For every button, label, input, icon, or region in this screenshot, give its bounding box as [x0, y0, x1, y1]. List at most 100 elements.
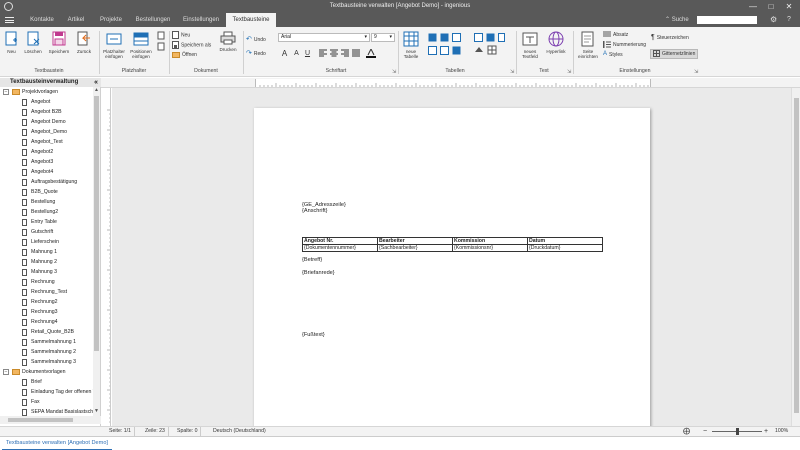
minimize-button[interactable]: — — [744, 0, 762, 13]
tree-item[interactable]: Rechnung3 — [0, 307, 93, 317]
tree-item[interactable]: B2B_Quote — [0, 187, 93, 197]
table-header-cell[interactable]: Angebot Nr. — [302, 237, 378, 245]
justify-button[interactable] — [351, 49, 360, 59]
tree-item[interactable]: SEPA Mandat Basislastschrift — [0, 407, 93, 416]
tab-projekte[interactable]: Projekte — [92, 13, 130, 27]
scroll-down-icon[interactable]: ▼ — [93, 408, 100, 416]
tree-item[interactable]: Rechnung — [0, 277, 93, 287]
tree-item[interactable]: Angebot_Demo — [0, 127, 93, 137]
font-name-select[interactable]: Arial ▾ — [278, 33, 370, 42]
table-cell[interactable]: {Sachbearbeiter} — [377, 244, 453, 252]
subject-field[interactable]: {Betreff} — [302, 257, 322, 263]
zoom-fit-icon[interactable]: ⨁ — [683, 427, 690, 436]
zoom-in-button[interactable]: + — [764, 427, 768, 436]
tree-item[interactable]: Angebot3 — [0, 157, 93, 167]
tree-item[interactable]: Auftragsbestätigung — [0, 177, 93, 187]
table-header-cell[interactable]: Datum — [527, 237, 603, 245]
tree-item[interactable]: Entry Table — [0, 217, 93, 227]
delete-button[interactable]: Löschen — [21, 31, 45, 54]
tree-item[interactable]: Sammelmahnung 1 — [0, 337, 93, 347]
sidebar-vertical-scrollbar[interactable]: ▲ ▼ — [93, 87, 100, 416]
table-header-cell[interactable]: Bearbeiter — [377, 237, 453, 245]
taskbar-tab[interactable]: Textbausteine verwalten [Angebot Demo] — [2, 438, 112, 450]
tree-item[interactable]: Rechnung4 — [0, 317, 93, 327]
table-cell[interactable]: {Kommissionsnr} — [452, 244, 528, 252]
tree-item[interactable]: Retail_Quote_B2B — [0, 327, 93, 337]
zoom-slider-thumb[interactable] — [736, 428, 739, 435]
font-size-select[interactable]: 9 ▾ — [371, 33, 395, 42]
collapse-toggle-icon[interactable]: − — [3, 369, 9, 375]
tree-item[interactable]: Sammelmahnung 3 — [0, 357, 93, 367]
tree-item[interactable]: Mahnung 3 — [0, 267, 93, 277]
grow-font-button[interactable]: A — [280, 49, 289, 58]
app-menu-icon[interactable] — [5, 17, 14, 23]
tab-artikel[interactable]: Artikel — [60, 13, 92, 27]
save-as-button[interactable]: Speichern als — [172, 41, 211, 49]
placeholder-extra-button[interactable] — [156, 31, 166, 54]
table-cell[interactable]: {Druckdatum} — [527, 244, 603, 252]
footer-field[interactable]: {Fußtext} — [302, 332, 325, 338]
address-field[interactable]: {Anschrift} — [302, 208, 328, 214]
print-button[interactable]: Drucken — [216, 31, 240, 52]
help-icon[interactable]: ? — [787, 13, 791, 27]
table-header-cell[interactable]: Kommission — [452, 237, 528, 245]
tab-kontakte[interactable]: Kontakte — [24, 13, 60, 27]
collapse-toggle-icon[interactable]: − — [3, 89, 9, 95]
align-right-button[interactable] — [340, 49, 349, 59]
back-button[interactable]: Zurück — [73, 31, 95, 54]
new-button[interactable]: Neu — [3, 31, 20, 54]
tree-item[interactable]: Mahnung 1 — [0, 247, 93, 257]
scroll-up-icon[interactable]: ▲ — [93, 87, 100, 95]
close-button[interactable]: ✕ — [780, 0, 798, 13]
sidebar-hscroll-thumb[interactable] — [8, 418, 73, 422]
tree-folder[interactable]: − Projektvorlagen — [0, 87, 93, 97]
table-borders-buttons[interactable] — [474, 33, 506, 64]
gridlines-toggle[interactable]: Gitternetzlinien — [650, 49, 699, 59]
tree-item[interactable]: Einladung Tag der offenen Tür — [0, 387, 93, 397]
font-color-button[interactable] — [366, 47, 376, 60]
redo-button[interactable]: ↷ Redo — [246, 50, 266, 58]
search-input[interactable] — [697, 16, 757, 24]
doc-new-button[interactable]: Neu — [172, 31, 190, 39]
dialog-launcher-icon[interactable]: ⇲ — [694, 69, 698, 75]
tree-item[interactable]: Angebot — [0, 97, 93, 107]
insert-placeholder-button[interactable]: Platzhalter einfügen — [101, 31, 127, 59]
new-textfield-button[interactable]: neues Textfeld — [518, 31, 542, 59]
tree-item[interactable]: Angebot4 — [0, 167, 93, 177]
paragraph-button[interactable]: Absatz — [603, 31, 628, 39]
dialog-launcher-icon[interactable]: ⇲ — [392, 69, 396, 75]
zoom-out-button[interactable]: − — [703, 427, 707, 436]
save-button[interactable]: Speichern — [46, 31, 72, 54]
align-center-button[interactable] — [329, 49, 338, 59]
dialog-launcher-icon[interactable]: ⇲ — [510, 69, 514, 75]
hyperlink-button[interactable]: Hyperlink — [543, 31, 569, 54]
control-characters-button[interactable]: ¶ Steuerzeichen — [651, 34, 689, 42]
shrink-font-button[interactable]: A — [292, 49, 301, 58]
tab-einstellungen[interactable]: Einstellungen — [176, 13, 226, 27]
sidebar-scroll-thumb[interactable] — [94, 96, 99, 351]
open-button[interactable]: Öffnen — [172, 51, 197, 59]
tab-textbausteine[interactable]: Textbausteine — [226, 13, 276, 27]
collapse-sidebar-icon[interactable]: « — [94, 78, 98, 87]
document-vertical-scrollbar[interactable] — [791, 88, 800, 426]
tree-item[interactable]: Mahnung 2 — [0, 257, 93, 267]
new-table-button[interactable]: neue Tabelle — [400, 31, 422, 59]
styles-button[interactable]: A Styles — [603, 51, 623, 59]
tab-bestellungen[interactable]: Bestellungen — [130, 13, 176, 27]
tree-item[interactable]: Rechnung2 — [0, 297, 93, 307]
insert-positions-button[interactable]: Positionen einfügen — [128, 31, 154, 59]
document-area[interactable]: {GE_Adresszeile} {Anschrift} Angebot Nr.… — [112, 88, 791, 426]
tree-item[interactable]: Angebot B2B — [0, 107, 93, 117]
document-scroll-thumb[interactable] — [794, 98, 799, 413]
tree-item[interactable]: Rechnung_Test — [0, 287, 93, 297]
page-setup-button[interactable]: Seite einrichten — [575, 31, 601, 59]
dialog-launcher-icon[interactable]: ⇲ — [567, 69, 571, 75]
tree-folder[interactable]: − Dokumentvorlagen — [0, 367, 93, 377]
table-layout-buttons[interactable] — [428, 33, 464, 64]
numbering-button[interactable]: Nummerierung — [603, 41, 646, 49]
tree-item[interactable]: Fax — [0, 397, 93, 407]
tree-item[interactable]: Bestellung2 — [0, 207, 93, 217]
gear-icon[interactable]: ⚙ — [770, 13, 777, 27]
table-cell[interactable]: {Dokumentennummer} — [302, 244, 378, 252]
salutation-field[interactable]: {Briefanrede} — [302, 270, 335, 276]
